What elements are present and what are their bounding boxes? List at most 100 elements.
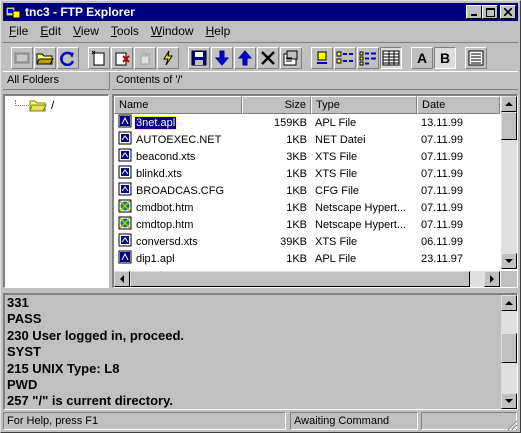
properties-button[interactable] [280,47,302,69]
file-type: CFG File [315,184,359,197]
arrow-down-icon [505,259,513,263]
small-icons-view-button[interactable] [334,47,356,69]
file-row[interactable]: blinkd.xts 1KB XTS File 07.11.99 [114,165,500,182]
file-date: 07.11.99 [421,150,464,163]
arrow-down-icon [505,399,513,403]
connect-button[interactable] [11,47,33,69]
disconnect-icon [163,50,173,66]
list-view-button[interactable] [357,47,379,69]
file-type: APL File [315,252,357,265]
html-file-icon [118,199,132,216]
open-folder-button[interactable] [34,47,56,69]
menu-window-accel: W [150,24,163,38]
close-button[interactable] [500,5,516,19]
log-scroll-down-button[interactable] [501,393,517,409]
file-list-horizontal-scrollbar[interactable] [114,271,500,287]
file-name: conversd.xts [136,235,198,248]
scroll-up-button[interactable] [501,96,517,112]
menu-edit[interactable]: Edit [34,24,67,38]
maximize-icon [485,7,495,17]
scroll-thumb[interactable] [501,112,517,140]
toolbar: A B [3,42,518,72]
cancel-button[interactable] [257,47,279,69]
log-line: PASS [7,311,42,327]
refresh-button[interactable] [57,47,79,69]
minimize-button[interactable] [466,5,482,19]
file-date: 23.11.97 [421,252,464,265]
file-size: 1KB [286,252,307,265]
scroll-right-button[interactable] [484,271,500,287]
ascii-mode-button[interactable]: A [411,47,433,69]
log-line: SYST [7,344,41,360]
menu-help[interactable]: Help [200,24,237,38]
file-list[interactable]: Name Size Type Date 3net.apl 159KB APL Fil… [112,94,518,288]
file-row[interactable]: BROADCAS.CFG 1KB CFG File 07.11.99 [114,182,500,199]
column-header-name[interactable]: Name [114,96,242,114]
generic-file-icon [118,182,132,199]
download-button[interactable] [211,47,233,69]
file-type: XTS File [315,150,358,163]
file-size: 1KB [286,201,307,214]
log-vertical-scrollbar[interactable] [501,295,517,409]
menu-file[interactable]: File [3,24,34,38]
maximize-button[interactable] [482,5,498,19]
scrollbar-corner [501,271,517,287]
file-size: 1KB [286,133,307,146]
close-icon [504,8,512,16]
menu-tools[interactable]: Tools [105,24,145,38]
apl-file-icon [118,114,132,131]
generic-file-icon [118,148,132,165]
log-view-icon [468,50,484,66]
file-row[interactable]: AUTOEXEC.NET 1KB NET Datei 07.11.99 [114,131,500,148]
tree-item-root[interactable]: / [29,98,54,112]
delete-button[interactable] [111,47,133,69]
menu-help-label: elp [214,24,231,38]
disconnect-button[interactable] [157,47,179,69]
column-header-type[interactable]: Type [311,96,417,114]
menu-edit-label: dit [48,24,62,38]
horizontal-scroll-thumb[interactable] [130,271,470,287]
upload-icon [237,50,253,66]
contents-header: Contents of '/' [112,72,518,90]
all-folders-header: All Folders [3,72,110,90]
details-view-button[interactable] [380,47,402,69]
log-scroll-up-button[interactable] [501,295,517,311]
large-icons-view-button[interactable] [311,47,333,69]
binary-mode-button[interactable]: B [434,47,456,69]
file-row[interactable]: cmdtop.htm 1KB Netscape Hypert... 07.11.99 [114,216,500,233]
file-type: NET Datei [315,133,366,146]
upload-button[interactable] [234,47,256,69]
file-row[interactable]: conversd.xts 39KB XTS File 06.11.99 [114,233,500,250]
save-button[interactable] [188,47,210,69]
list-view-icon [359,51,376,66]
file-row[interactable]: dip1.apl 1KB APL File 23.11.97 [114,250,500,267]
file-list-vertical-scrollbar[interactable] [501,96,517,269]
scroll-down-button[interactable] [501,253,517,269]
tree-item-label: / [51,98,55,112]
log-view-button[interactable] [465,47,487,69]
log-lines: 331 PASS 230 User logged in, proceed. SYST 2… [7,295,497,409]
file-row[interactable]: 3net.apl 159KB APL File 13.11.99 [114,114,500,131]
file-row[interactable]: cmdbot.htm 1KB Netscape Hypert... 07.11.99 [114,199,500,216]
resize-grip-icon[interactable] [506,419,518,431]
new-folder-button[interactable] [88,47,110,69]
window-title: tnc3 - FTP Explorer [25,5,135,19]
ftp-explorer-window: tnc3 - FTP Explorer File Edit View Tools… [0,0,521,433]
file-date: 06.11.99 [421,235,464,248]
column-header-date[interactable]: Date [417,96,500,114]
folder-tree[interactable]: / [3,94,109,288]
file-name-cell: AUTOEXEC.NET [114,131,242,148]
scroll-left-button[interactable] [114,271,130,287]
app-icon[interactable] [5,5,21,19]
menu-window[interactable]: Window [145,24,200,38]
file-name-cell: 3net.apl [114,114,242,131]
file-row[interactable]: beacond.xts 3KB XTS File 07.11.99 [114,148,500,165]
details-view-icon [382,50,400,66]
file-name: cmdbot.htm [136,201,194,214]
column-header-size[interactable]: Size [242,96,311,114]
command-log[interactable]: 331 PASS 230 User logged in, proceed. SYST 2… [3,293,518,410]
menu-view[interactable]: View [67,24,105,38]
log-scroll-thumb[interactable] [501,333,517,363]
title-bar[interactable]: tnc3 - FTP Explorer [3,3,518,21]
stop-button[interactable] [134,47,156,69]
